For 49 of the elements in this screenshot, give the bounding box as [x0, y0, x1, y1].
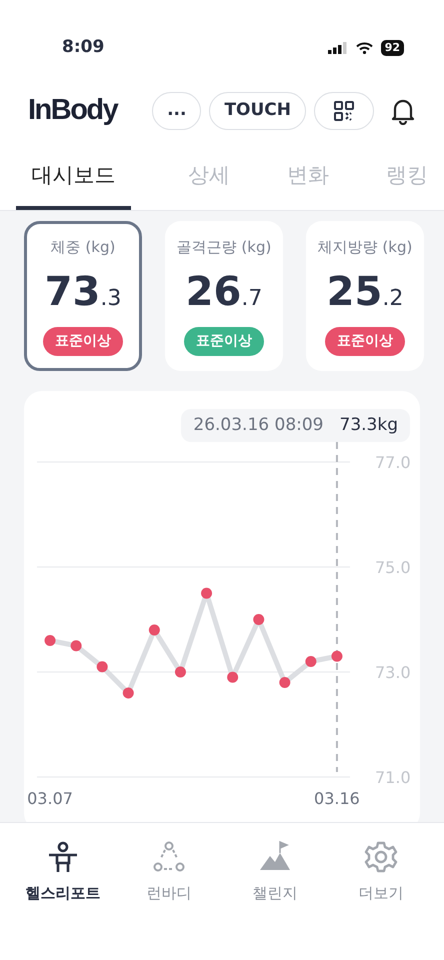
settings-icon — [364, 840, 398, 874]
x-tick-label: 03.07 — [27, 789, 73, 808]
header-button[interactable]: TOUCH — [209, 92, 306, 130]
data-point[interactable] — [201, 588, 212, 599]
metric-label: 체지방량 (kg) — [318, 236, 412, 258]
status-badge: 표준이상 — [184, 326, 264, 356]
status-badge: 표준이상 — [325, 326, 405, 356]
metric-value: 25 — [326, 272, 382, 312]
data-point[interactable] — [96, 661, 108, 672]
y-tick-label: 73.0 — [375, 663, 411, 682]
data-point[interactable] — [305, 656, 316, 667]
x-tick-label: 03.16 — [314, 789, 360, 808]
tooltip-value: 73.3kg — [340, 414, 398, 436]
wifi-icon — [356, 42, 373, 54]
qr-button[interactable] — [314, 92, 374, 130]
qr-code-icon — [334, 100, 354, 121]
y-tick-label: 75.0 — [375, 558, 411, 577]
data-point[interactable] — [331, 650, 342, 662]
metric-label: 골격근량 (kg) — [176, 236, 272, 258]
status-time: 8:09 — [62, 36, 104, 60]
status-badge: 표준이상 — [43, 326, 123, 356]
metric-value: 73 — [44, 272, 100, 312]
metric-card[interactable]: 체지방량 (kg) 25.2 표준이상 — [306, 220, 424, 370]
data-point[interactable] — [148, 624, 160, 636]
metric-value: 26 — [186, 272, 242, 312]
data-point[interactable] — [227, 672, 238, 683]
metric-card[interactable]: 체중 (kg) 73.3 표준이상 — [24, 220, 142, 370]
metric-decimal: .7 — [241, 288, 262, 310]
circles-icon — [152, 840, 186, 874]
data-point[interactable] — [70, 640, 82, 652]
metric-decimal: .2 — [382, 288, 404, 310]
data-point[interactable] — [174, 666, 186, 678]
data-point[interactable] — [122, 688, 134, 698]
app-logo: InBody — [28, 93, 118, 128]
nav-tab[interactable]: 헬스리포트 — [13, 838, 113, 905]
metric-label: 체중 (kg) — [50, 236, 116, 258]
y-tick-label: 71.0 — [375, 768, 411, 787]
battery-indicator: 92 — [380, 40, 404, 56]
data-point[interactable] — [253, 614, 264, 625]
metric-card[interactable]: 골격근량 (kg) 26.7 표준이상 — [165, 220, 283, 370]
tooltip-date: 26.03.16 08:09 — [193, 414, 324, 436]
metric-decimal: .3 — [100, 288, 122, 310]
bell-icon[interactable] — [390, 97, 416, 125]
header-button[interactable]: ... — [152, 92, 202, 130]
y-tick-label: 77.0 — [375, 453, 411, 472]
signal-icon — [328, 42, 348, 54]
person-icon — [46, 840, 80, 874]
data-point[interactable] — [44, 635, 56, 646]
data-point[interactable] — [279, 677, 290, 688]
